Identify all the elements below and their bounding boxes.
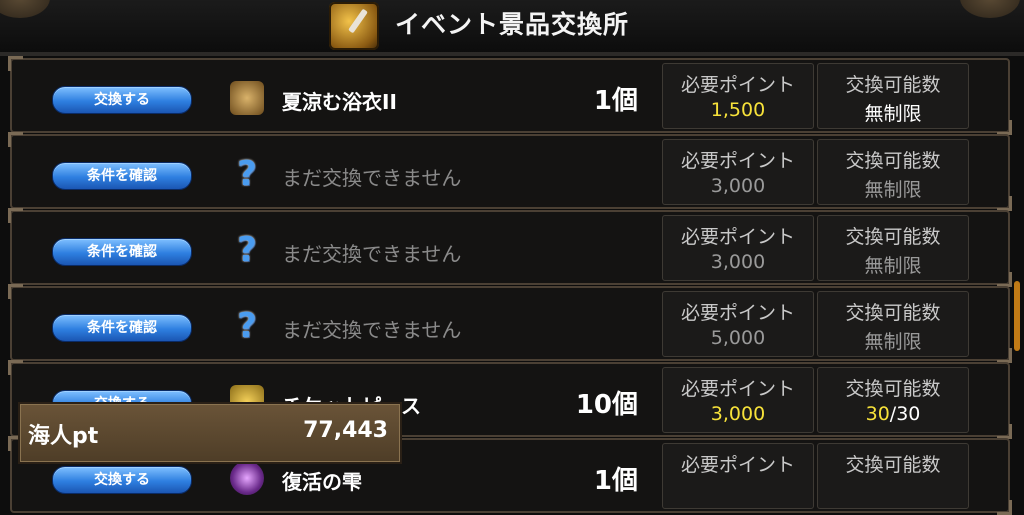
exchange-limit: 交換可能数 無制限 xyxy=(817,139,969,205)
points-panel-label: 海人pt xyxy=(28,424,99,449)
points-label: 必要ポイント xyxy=(680,150,795,172)
page-title: イベント景品交換所 xyxy=(395,10,630,39)
required-points: 必要ポイント 3,000 xyxy=(662,367,814,433)
required-points: 必要ポイント 1,500 xyxy=(662,63,814,129)
required-points: 必要ポイント 3,000 xyxy=(662,215,814,281)
exchange-limit: 交換可能数 無制限 xyxy=(817,291,969,357)
reward-row: 条件を確認 ? まだ交換できません 必要ポイント 5,000 交換可能数 無制限 xyxy=(8,284,1012,363)
limit-label: 交換可能数 xyxy=(845,302,941,324)
limit-label: 交換可能数 xyxy=(845,378,941,400)
item-name: まだ交換できません xyxy=(282,166,462,190)
points-value: 3,000 xyxy=(710,175,766,197)
exchange-button[interactable]: 交換する xyxy=(52,86,192,114)
required-points: 必要ポイント xyxy=(662,443,814,509)
reward-row: 交換する 夏涼む浴衣II 1個 必要ポイント 1,500 交換可能数 無制限 xyxy=(8,56,1012,135)
item-quantity: 1個 xyxy=(593,86,638,116)
points-label: 必要ポイント xyxy=(680,226,795,248)
yukata-icon xyxy=(230,81,264,115)
revival-drop-icon xyxy=(230,461,264,495)
check-conditions-button[interactable]: 条件を確認 xyxy=(52,162,192,190)
limit-current: 30 xyxy=(865,403,890,425)
item-name: まだ交換できません xyxy=(282,242,462,266)
exchange-shop-icon xyxy=(329,2,379,50)
question-icon: ? xyxy=(237,230,257,270)
item-name: 復活の雫 xyxy=(282,470,362,494)
exchange-limit: 交換可能数 無制限 xyxy=(817,215,969,281)
item-name: まだ交換できません xyxy=(282,318,462,342)
item-name: 夏涼む浴衣II xyxy=(282,90,397,114)
reward-row: 条件を確認 ? まだ交換できません 必要ポイント 3,000 交換可能数 無制限 xyxy=(8,208,1012,287)
item-quantity: 1個 xyxy=(593,466,638,496)
points-label: 必要ポイント xyxy=(680,302,795,324)
check-conditions-button[interactable]: 条件を確認 xyxy=(52,314,192,342)
points-panel-value: 77,443 xyxy=(303,418,388,443)
points-label: 必要ポイント xyxy=(680,454,795,476)
list-scrollbar[interactable] xyxy=(1014,281,1020,351)
limit-value: 30/30 xyxy=(818,403,968,425)
frame-ornament xyxy=(960,0,1020,18)
limit-total: /30 xyxy=(889,403,921,425)
check-conditions-button[interactable]: 条件を確認 xyxy=(52,238,192,266)
points-value: 3,000 xyxy=(710,403,766,425)
exchange-button[interactable]: 交換する xyxy=(52,466,192,494)
points-value: 1,500 xyxy=(710,99,766,121)
limit-value: 無制限 xyxy=(864,103,922,125)
limit-label: 交換可能数 xyxy=(845,226,941,248)
points-value: 3,000 xyxy=(710,251,766,273)
points-panel: 海人pt 77,443 xyxy=(18,402,402,464)
frame-ornament xyxy=(0,0,50,18)
required-points: 必要ポイント 5,000 xyxy=(662,291,814,357)
limit-value: 無制限 xyxy=(864,255,922,277)
limit-label: 交換可能数 xyxy=(845,150,941,172)
points-label: 必要ポイント xyxy=(680,378,795,400)
exchange-limit: 交換可能数 xyxy=(817,443,969,509)
exchange-limit: 交換可能数 無制限 xyxy=(817,63,969,129)
required-points: 必要ポイント 3,000 xyxy=(662,139,814,205)
question-icon: ? xyxy=(237,306,257,346)
exchange-limit: 交換可能数 30/30 xyxy=(817,367,969,433)
question-icon: ? xyxy=(237,154,257,194)
limit-label: 交換可能数 xyxy=(845,74,941,96)
points-value: 5,000 xyxy=(710,327,766,349)
limit-label: 交換可能数 xyxy=(845,454,941,476)
points-label: 必要ポイント xyxy=(680,74,795,96)
limit-value: 無制限 xyxy=(864,331,922,353)
limit-value: 無制限 xyxy=(864,179,922,201)
header-bar: イベント景品交換所 xyxy=(0,0,1024,54)
item-quantity: 10個 xyxy=(575,390,638,420)
reward-row: 条件を確認 ? まだ交換できません 必要ポイント 3,000 交換可能数 無制限 xyxy=(8,132,1012,211)
